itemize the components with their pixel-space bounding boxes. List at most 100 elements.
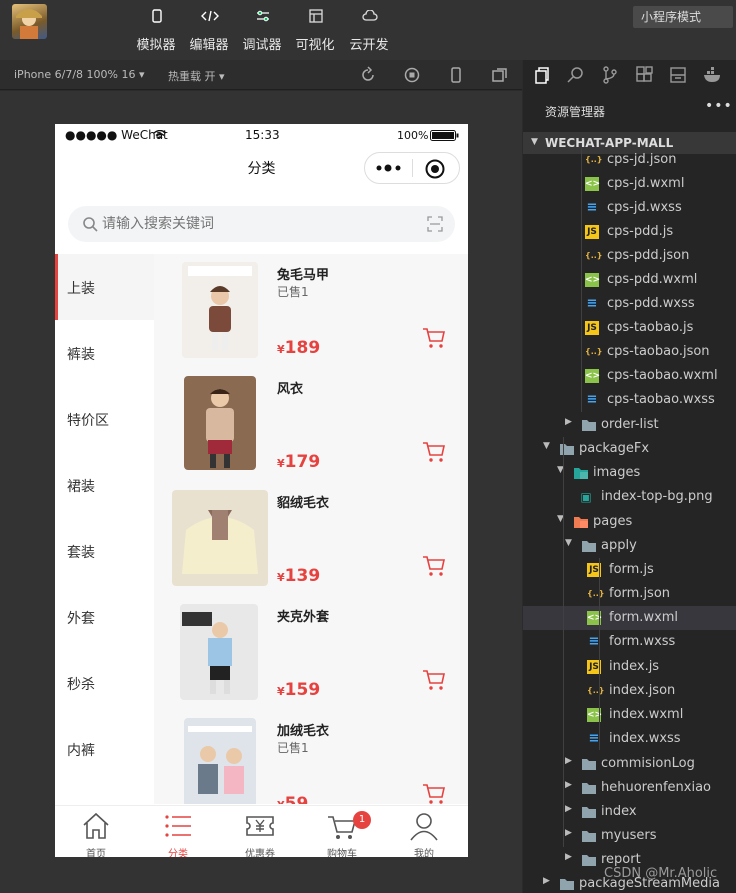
sliders-icon [256,10,269,22]
device-select[interactable]: iPhone 6/7/8 100% 16 ▾ [14,68,145,81]
user-avatar[interactable] [12,4,47,39]
tree-file[interactable]: {..} index.json [523,679,736,703]
product-card[interactable]: 加绒毛衣 已售1 ¥59 [154,710,468,804]
tree-file[interactable]: JS cps-pdd.js [523,220,736,244]
tree-file[interactable]: <> cps-jd.wxml [523,172,736,196]
tab-label: 分类 [168,849,188,857]
tree-folder[interactable]: ▼ images [523,461,736,485]
tree-file[interactable]: JS form.js [523,558,736,582]
category-item[interactable]: 裤装 [55,320,154,386]
storage-icon[interactable] [669,66,687,84]
top-toolbar: 模拟器 编辑器 调试器 可视化 云开发 小程序模式 [0,0,736,60]
product-price: ¥189 [277,338,320,358]
stop-icon[interactable] [403,66,421,84]
battery-percent: 100% [397,129,429,142]
tree-folder[interactable]: ▼ packageFx [523,437,736,461]
tab-bar: 首页 分类 优惠券 1 购物车 我的 [55,805,468,857]
add-to-cart-icon[interactable] [422,668,446,692]
tab-home[interactable]: 首页 [55,806,137,857]
debugger-button[interactable] [240,4,285,28]
add-to-cart-icon[interactable] [422,782,446,804]
more-actions-icon[interactable]: ••• [705,98,733,114]
search-icon[interactable] [567,66,585,84]
tree-folder[interactable]: ▶ hehuorenfenxiao [523,776,736,800]
visual-button[interactable] [293,4,338,28]
tab-mine[interactable]: 我的 [383,806,465,857]
tree-file[interactable]: ≡ index.wxss [523,727,736,751]
tree-file[interactable]: {..} form.json [523,582,736,606]
chevron-right-icon: ▶ [565,756,572,766]
search-input[interactable] [102,206,402,242]
tree-item-label: apply [601,538,637,553]
window-icon[interactable] [491,66,509,84]
source-control-icon[interactable] [601,66,619,84]
wxml-file-icon: <> [585,369,601,383]
mode-select[interactable]: 小程序模式 [633,6,733,28]
extensions-icon[interactable] [635,66,653,84]
folder-icon [582,807,596,818]
tree-item-label: hehuorenfenxiao [601,780,712,795]
explorer-panel: 资源管理器 ••• ▼ WECHAT-APP-MALL {..} cps-jd.j… [523,60,736,893]
scan-icon[interactable] [427,216,443,232]
tree-file[interactable]: ≡ cps-taobao.wxss [523,388,736,412]
wxss-file-icon: ≡ [586,200,598,215]
hot-reload-toggle[interactable]: 热重载 开 ▾ [168,68,225,84]
tab-category[interactable]: 分类 [137,806,219,857]
tree-folder[interactable]: ▶ commisionLog [523,752,736,776]
folder-icon [574,517,588,528]
files-icon[interactable] [533,66,551,84]
tree-folder[interactable]: ▶ index [523,800,736,824]
tree-file[interactable]: <> cps-pdd.wxml [523,268,736,292]
product-card[interactable]: 风衣 ¥179 [154,368,468,482]
js-file-icon: JS [585,225,599,239]
simulator-button[interactable] [134,4,179,28]
tree-file[interactable]: ≡ cps-pdd.wxss [523,292,736,316]
chevron-down-icon: ▼ [565,538,572,548]
category-label: 秒杀 [67,677,95,693]
category-item[interactable]: 裙装 [55,452,154,518]
tab-cart[interactable]: 1 购物车 [301,806,383,857]
tree-file[interactable]: JS cps-taobao.js [523,316,736,340]
category-item[interactable]: 秒杀 [55,650,154,716]
wifi-icon [153,130,167,139]
category-item[interactable]: 特价区 [55,386,154,452]
category-item[interactable]: 内裤 [55,716,154,782]
docker-icon[interactable] [703,66,723,84]
product-card[interactable]: 夹克外套 ¥159 [154,596,468,710]
simulator-subbar: iPhone 6/7/8 100% 16 ▾ 热重载 开 ▾ [0,60,522,90]
cloud-dev-button[interactable] [347,4,392,28]
tree-file[interactable]: <> form.wxml [523,606,736,630]
add-to-cart-icon[interactable] [422,554,446,578]
currency-symbol: ¥ [277,457,285,470]
category-item[interactable]: 套装 [55,518,154,584]
tree-folder[interactable]: ▶ myusers [523,824,736,848]
category-label: 裤装 [67,347,95,363]
close-target-icon[interactable] [424,158,446,180]
tree-file[interactable]: ▣ index-top-bg.png [523,485,736,509]
refresh-icon[interactable] [359,66,377,84]
tree-file[interactable]: {..} cps-jd.json [523,148,736,172]
tree-file[interactable]: JS index.js [523,655,736,679]
tree-item-label: cps-pdd.wxss [607,296,695,311]
tab-coupon[interactable]: 优惠券 [219,806,301,857]
editor-button[interactable] [187,4,232,28]
tree-folder[interactable]: ▼ apply [523,534,736,558]
more-icon[interactable] [375,162,405,174]
tree-file[interactable]: ≡ cps-jd.wxss [523,196,736,220]
category-item[interactable]: 外套 [55,584,154,650]
tree-file[interactable]: <> index.wxml [523,703,736,727]
device-icon[interactable] [447,66,465,84]
tree-file[interactable]: {..} cps-pdd.json [523,244,736,268]
add-to-cart-icon[interactable] [422,440,446,464]
category-item[interactable]: 上装 [55,254,154,320]
add-to-cart-icon[interactable] [422,326,446,350]
product-card[interactable]: 兔毛马甲 已售1 ¥189 [154,254,468,368]
file-tree: {..} cps-jd.json <> cps-jd.wxml ≡ cps-jd.wxss… [523,148,736,893]
tree-folder[interactable]: ▼ pages [523,510,736,534]
tree-file[interactable]: <> cps-taobao.wxml [523,364,736,388]
tree-file[interactable]: {..} cps-taobao.json [523,340,736,364]
product-price: ¥179 [277,452,320,472]
tree-file[interactable]: ≡ form.wxss [523,630,736,654]
product-card[interactable]: 貂绒毛衣 ¥139 [154,482,468,596]
tree-folder[interactable]: ▶ order-list [523,413,736,437]
